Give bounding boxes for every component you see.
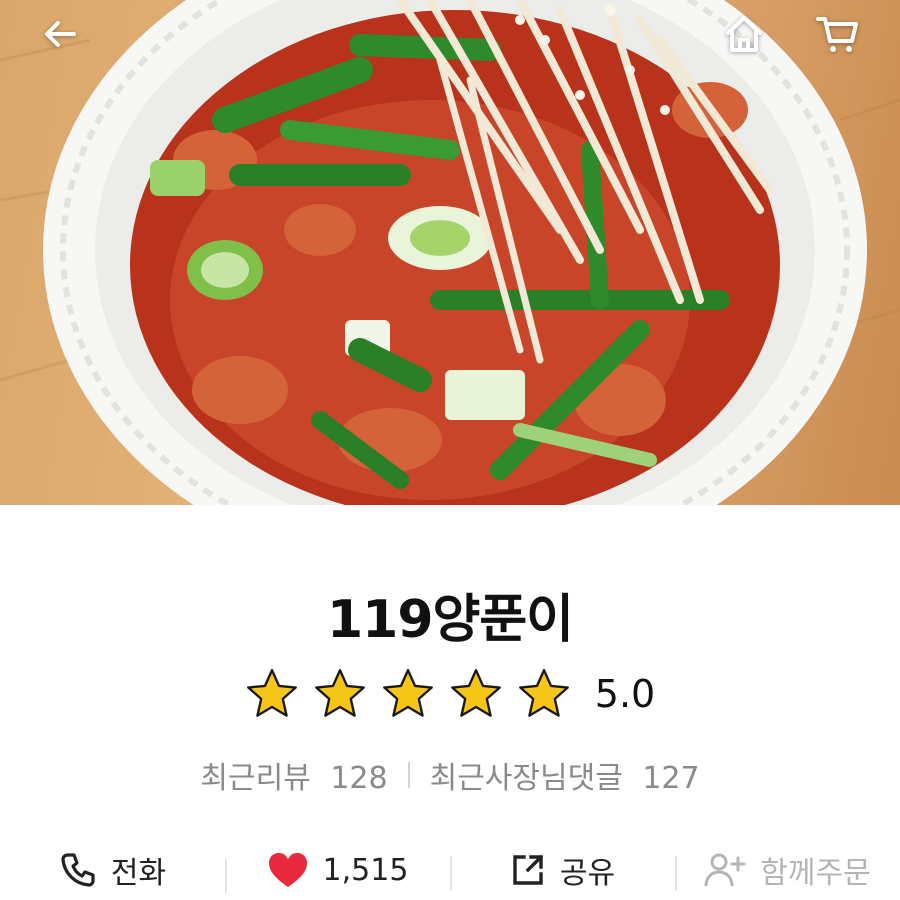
star-icon <box>382 669 433 717</box>
add-person-icon <box>704 853 746 887</box>
recent-owner-replies-count: 127 <box>642 761 700 796</box>
store-info-panel: 119양푼이 5.0 최근리뷰 128 최근사장님댓글 127 전화 1,515 <box>0 505 900 900</box>
share-button[interactable]: 공유 <box>450 848 675 892</box>
rating-row: 5.0 <box>0 667 900 721</box>
recent-owner-replies[interactable]: 최근사장님댓글 127 <box>430 753 700 797</box>
star-icon <box>450 669 501 717</box>
like-button[interactable]: 1,515 <box>225 851 450 893</box>
cart-icon <box>816 17 858 52</box>
heart-icon <box>268 853 307 887</box>
recent-owner-replies-label: 최근사장님댓글 <box>429 761 623 796</box>
group-order-label: 함께주문 <box>760 856 871 891</box>
like-count: 1,515 <box>322 852 409 888</box>
back-button[interactable] <box>38 12 82 56</box>
recent-reviews[interactable]: 최근리뷰 128 <box>200 753 387 797</box>
home-icon <box>726 16 762 52</box>
phone-icon <box>61 853 95 887</box>
rating-value: 5.0 <box>594 672 656 716</box>
star-icon <box>518 669 569 717</box>
star-rating <box>245 667 571 721</box>
action-bar: 전화 1,515 공유 함께주문 <box>0 845 900 895</box>
call-button[interactable]: 전화 <box>0 848 225 892</box>
recent-reviews-count: 128 <box>330 761 388 796</box>
share-icon <box>513 854 544 885</box>
food-photo <box>0 0 900 505</box>
recent-reviews-label: 최근리뷰 <box>200 761 311 796</box>
star-icon <box>246 669 297 717</box>
back-arrow-icon <box>45 21 76 47</box>
cart-button[interactable] <box>815 12 859 56</box>
group-order-button[interactable]: 함께주문 <box>675 848 900 892</box>
share-label: 공유 <box>559 856 616 891</box>
home-button[interactable] <box>722 12 766 56</box>
store-hero-image <box>0 0 900 505</box>
store-name: 119양푼이 <box>326 590 574 650</box>
stats-divider <box>407 762 410 788</box>
star-icon <box>314 669 365 717</box>
call-label: 전화 <box>110 856 167 891</box>
review-stats: 최근리뷰 128 최근사장님댓글 127 <box>0 753 900 797</box>
